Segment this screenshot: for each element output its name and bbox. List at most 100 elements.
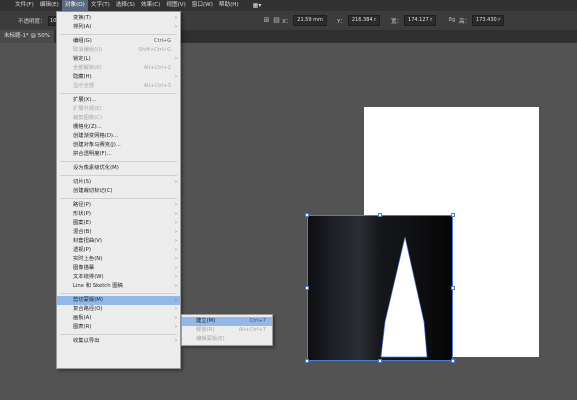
object-menu-item[interactable]: 图像描摹 › — [57, 264, 180, 273]
object-menu-item: 扩展外观(E) — [57, 105, 180, 114]
menu-separator — [60, 334, 177, 335]
menu-item-label: 封套扭曲(V) — [73, 238, 102, 244]
menu-item-label: 切片(S) — [73, 179, 92, 185]
submenu-arrow-icon: › — [175, 179, 177, 185]
object-menu-item[interactable]: 创建对象马赛克(J)... — [57, 141, 180, 150]
object-menu-item[interactable]: 实时上色(N) › — [57, 255, 180, 264]
submenu-item: 释放(R) Alt+Ctrl+7 — [182, 326, 272, 335]
submenu-item: 编辑蒙版(E) — [182, 335, 272, 344]
resize-handle-right[interactable] — [451, 286, 455, 290]
menu-separator — [60, 293, 177, 294]
menu-item-label: 图像描摹 — [73, 265, 95, 271]
menu-item-label: 扩展(X)... — [73, 97, 97, 103]
submenu-arrow-icon: › — [175, 306, 177, 312]
submenu-item-label: 建立(M) — [196, 318, 216, 324]
object-menu-item[interactable]: 图表(R) › — [57, 323, 180, 332]
resize-handle-top-left[interactable] — [305, 213, 309, 217]
object-menu-item[interactable]: 路径(P) › — [57, 201, 180, 210]
object-menu-item[interactable]: 图案(E) › — [57, 219, 180, 228]
menu-item-label: 设为像素级优化(M) — [73, 165, 119, 171]
submenu-arrow-icon: › — [175, 74, 177, 80]
object-menu-item[interactable]: 编组(G) Ctrl+G — [57, 37, 180, 46]
menu-item-label: 排列(A) — [73, 24, 92, 30]
menu-item-label: 收集以导出 — [73, 338, 100, 344]
menu-separator — [60, 175, 177, 176]
menu-item-shortcut: Alt+Ctrl+2 — [143, 65, 171, 71]
object-menu-item[interactable]: 变换(T) › — [57, 14, 180, 23]
menu-item-label: 剪切蒙版(M) — [73, 297, 103, 303]
submenu-arrow-icon: › — [175, 315, 177, 321]
object-menu-item[interactable]: 复合路径(O) › — [57, 305, 180, 314]
object-menu-item[interactable]: 创建裁切标记(C) — [57, 187, 180, 196]
object-menu-item[interactable]: 文本绕排(W) › — [57, 273, 180, 282]
resize-handle-bottom-left[interactable] — [305, 359, 309, 363]
object-menu-item: 裁剪图像(C) — [57, 114, 180, 123]
menu-item-shortcut: Ctrl+G — [154, 38, 171, 44]
menu-item-label: Line 和 Sketch 图稿 — [73, 283, 123, 289]
object-menu-item[interactable]: 剪切蒙版(M) › — [57, 296, 180, 305]
object-menu-item[interactable]: 排列(A) › — [57, 23, 180, 32]
submenu-arrow-icon: › — [175, 256, 177, 262]
submenu-arrow-icon: › — [175, 238, 177, 244]
menu-separator — [60, 93, 177, 94]
menu-item-label: 隐藏(H) — [73, 74, 92, 80]
menu-item-label: 透视(P) — [73, 247, 91, 253]
clipping-mask-submenu: 建立(M) Ctrl+7 释放(R) Alt+Ctrl+7 编辑蒙版(E) — [181, 314, 273, 346]
object-menu-item: 全部解锁(K) Alt+Ctrl+2 — [57, 64, 180, 73]
object-menu-item[interactable]: 锁定(L) › — [57, 55, 180, 64]
object-menu-item: 取消编组(U) Shift+Ctrl+G — [57, 46, 180, 55]
menu-item-label: 复合路径(O) — [73, 306, 103, 312]
object-menu-item[interactable]: 透视(P) › — [57, 246, 180, 255]
menu-item-label: 变换(T) — [73, 15, 91, 21]
object-menu-item[interactable]: 创建渐变网格(D)... — [57, 132, 180, 141]
submenu-item-shortcut: Alt+Ctrl+7 — [238, 327, 266, 333]
object-menu-item[interactable]: 设为像素级优化(M) — [57, 164, 180, 173]
submenu-arrow-icon: › — [175, 338, 177, 344]
menu-item-label: 裁剪图像(C) — [73, 115, 103, 121]
menu-item-label: 创建渐变网格(D)... — [73, 133, 119, 139]
submenu-arrow-icon: › — [175, 211, 177, 217]
submenu-arrow-icon: › — [175, 24, 177, 30]
object-menu-item: 显示全部 Alt+Ctrl+3 — [57, 82, 180, 91]
submenu-arrow-icon: › — [175, 247, 177, 253]
menu-separator — [60, 161, 177, 162]
resize-handle-bottom-right[interactable] — [451, 359, 455, 363]
submenu-item-label: 释放(R) — [196, 327, 215, 333]
resize-handle-bottom[interactable] — [378, 359, 382, 363]
resize-handle-top-right[interactable] — [451, 213, 455, 217]
object-menu-item[interactable]: Line 和 Sketch 图稿 › — [57, 282, 180, 291]
menu-item-label: 图表(R) — [73, 324, 92, 330]
resize-handle-top[interactable] — [378, 213, 382, 217]
submenu-arrow-icon: › — [175, 229, 177, 235]
object-menu-item[interactable]: 拼合透明度(F)... — [57, 150, 180, 159]
menu-item-label: 图案(E) — [73, 220, 92, 226]
object-menu: 变换(T) › 排列(A) › 编组(G) Ctrl+G 取消编组(U) Shift+Ctrl… — [56, 11, 181, 369]
submenu-arrow-icon: › — [175, 265, 177, 271]
object-menu-item[interactable]: 切片(S) › — [57, 178, 180, 187]
menu-item-label: 混合(B) — [73, 229, 92, 235]
submenu-item[interactable]: 建立(M) Ctrl+7 — [182, 317, 272, 326]
menu-item-label: 取消编组(U) — [73, 47, 103, 53]
submenu-arrow-icon: › — [175, 202, 177, 208]
menu-item-label: 编组(G) — [73, 38, 92, 44]
menu-separator — [60, 34, 177, 35]
menu-item-label: 创建裁切标记(C) — [73, 188, 113, 194]
submenu-arrow-icon: › — [175, 283, 177, 289]
submenu-item-shortcut: Ctrl+7 — [249, 318, 266, 324]
object-menu-item[interactable]: 画板(A) › — [57, 314, 180, 323]
menu-item-label: 创建对象马赛克(J)... — [73, 142, 121, 148]
resize-handle-left[interactable] — [305, 286, 309, 290]
menu-separator — [60, 198, 177, 199]
menu-item-shortcut: Shift+Ctrl+G — [138, 47, 171, 53]
object-menu-item[interactable]: 栅格化(Z)... — [57, 123, 180, 132]
object-menu-item[interactable]: 扩展(X)... — [57, 96, 180, 105]
object-menu-item[interactable]: 收集以导出 › — [57, 337, 180, 346]
menu-item-label: 锁定(L) — [73, 56, 91, 62]
object-menu-item[interactable]: 隐藏(H) › — [57, 73, 180, 82]
object-menu-item[interactable]: 封套扭曲(V) › — [57, 237, 180, 246]
object-menu-item[interactable]: 混合(B) › — [57, 228, 180, 237]
submenu-arrow-icon: › — [175, 297, 177, 303]
menu-item-label: 文本绕排(W) — [73, 274, 104, 280]
menu-item-shortcut: Alt+Ctrl+3 — [143, 83, 171, 89]
object-menu-item[interactable]: 形状(P) › — [57, 210, 180, 219]
